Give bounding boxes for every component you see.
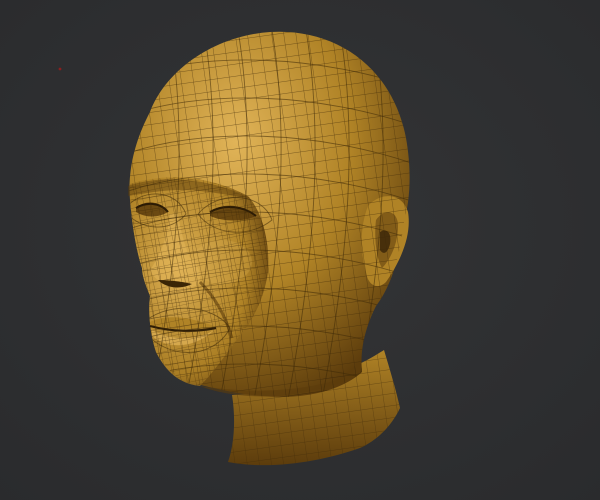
viewport-canvas[interactable] <box>0 0 600 500</box>
3d-viewport[interactable] <box>0 0 600 500</box>
selection-marker <box>58 67 62 71</box>
